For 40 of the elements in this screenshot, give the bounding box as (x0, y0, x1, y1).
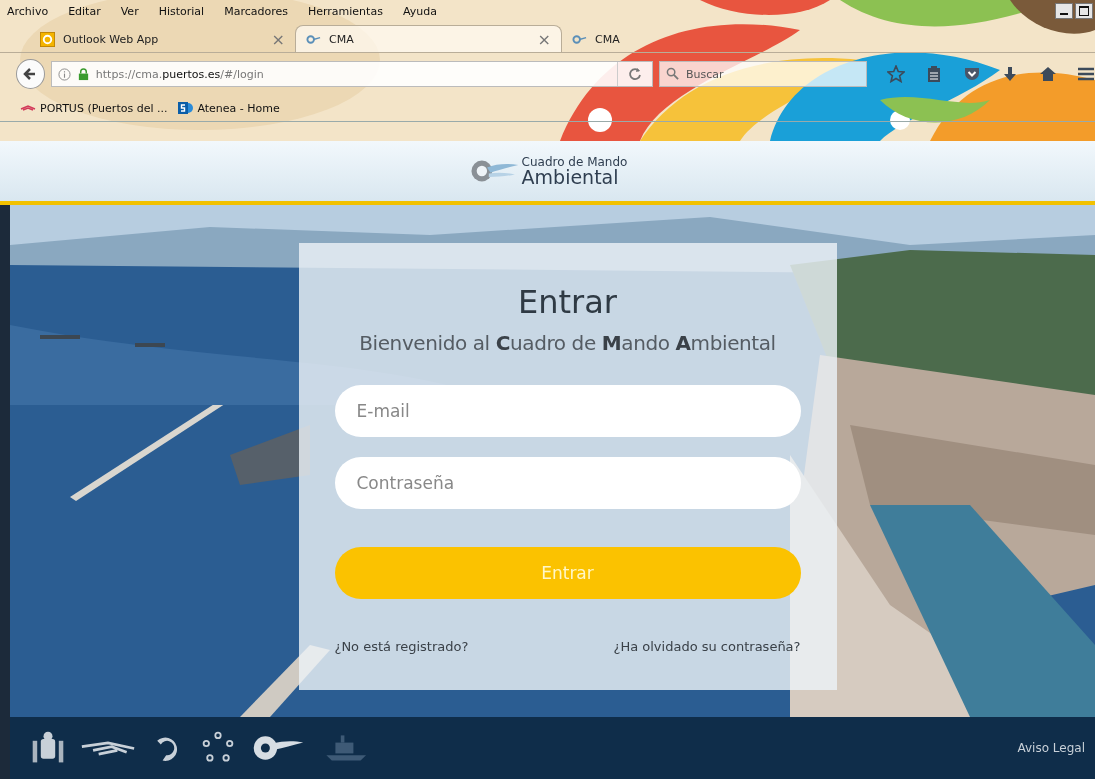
clipboard-icon[interactable] (925, 65, 943, 83)
maximize-icon[interactable] (1075, 3, 1093, 19)
star-icon[interactable] (887, 65, 905, 83)
legal-notice-link[interactable]: Aviso Legal (1017, 741, 1085, 755)
menu-item[interactable]: Editar (68, 4, 101, 18)
browser-tab[interactable]: CMA (562, 26, 827, 52)
url-text: https://cma.puertos.es/#/login (95, 67, 265, 81)
browser-tab[interactable]: CMA × (295, 25, 562, 52)
logo-title: Cuadro de Mando (521, 155, 628, 168)
pocket-icon[interactable] (963, 65, 981, 83)
sharepoint-icon (177, 100, 194, 116)
minimize-icon[interactable] (1055, 3, 1073, 19)
password-field[interactable]: Contraseña (334, 457, 801, 509)
logo-title: Ambiental (521, 167, 619, 187)
menu-item[interactable]: Ayuda (402, 4, 437, 18)
tab-title: CMA (329, 32, 355, 46)
bookmark[interactable]: PORTUS (Puertos del ... (20, 100, 168, 116)
forgot-password-link[interactable]: ¿Ha olvidado su contraseña? (613, 639, 801, 654)
wave-logo-icon (80, 740, 136, 756)
menu-item[interactable]: Herramientas (307, 4, 383, 18)
lock-icon (76, 67, 90, 81)
search-icon (666, 67, 679, 80)
email-field[interactable]: E-mail (334, 385, 801, 437)
welcome-text: Bienvenido al Cuadro de Mando Ambiental (359, 331, 776, 355)
menu-item[interactable]: Ver (120, 4, 139, 18)
register-link[interactable]: ¿No está registrado? (334, 639, 469, 654)
menu-item[interactable]: Historial (158, 4, 205, 18)
menu-icon[interactable] (1077, 65, 1095, 83)
tab-title: CMA (595, 32, 621, 46)
download-icon[interactable] (1001, 65, 1019, 83)
bookmark[interactable]: Atenea - Home (177, 100, 280, 116)
close-icon[interactable]: × (537, 29, 551, 49)
menu-item[interactable]: Archivo (7, 4, 49, 18)
login-title: Entrar (518, 283, 617, 321)
home-icon[interactable] (1039, 65, 1057, 83)
tab-title: Outlook Web App (63, 32, 160, 46)
browser-tab[interactable]: Outlook Web App × (30, 26, 295, 52)
menu-item[interactable]: Marcadores (224, 4, 288, 18)
search-field[interactable]: Buscar (659, 61, 867, 87)
address-bar[interactable]: https://cma.puertos.es/#/login (50, 61, 653, 87)
